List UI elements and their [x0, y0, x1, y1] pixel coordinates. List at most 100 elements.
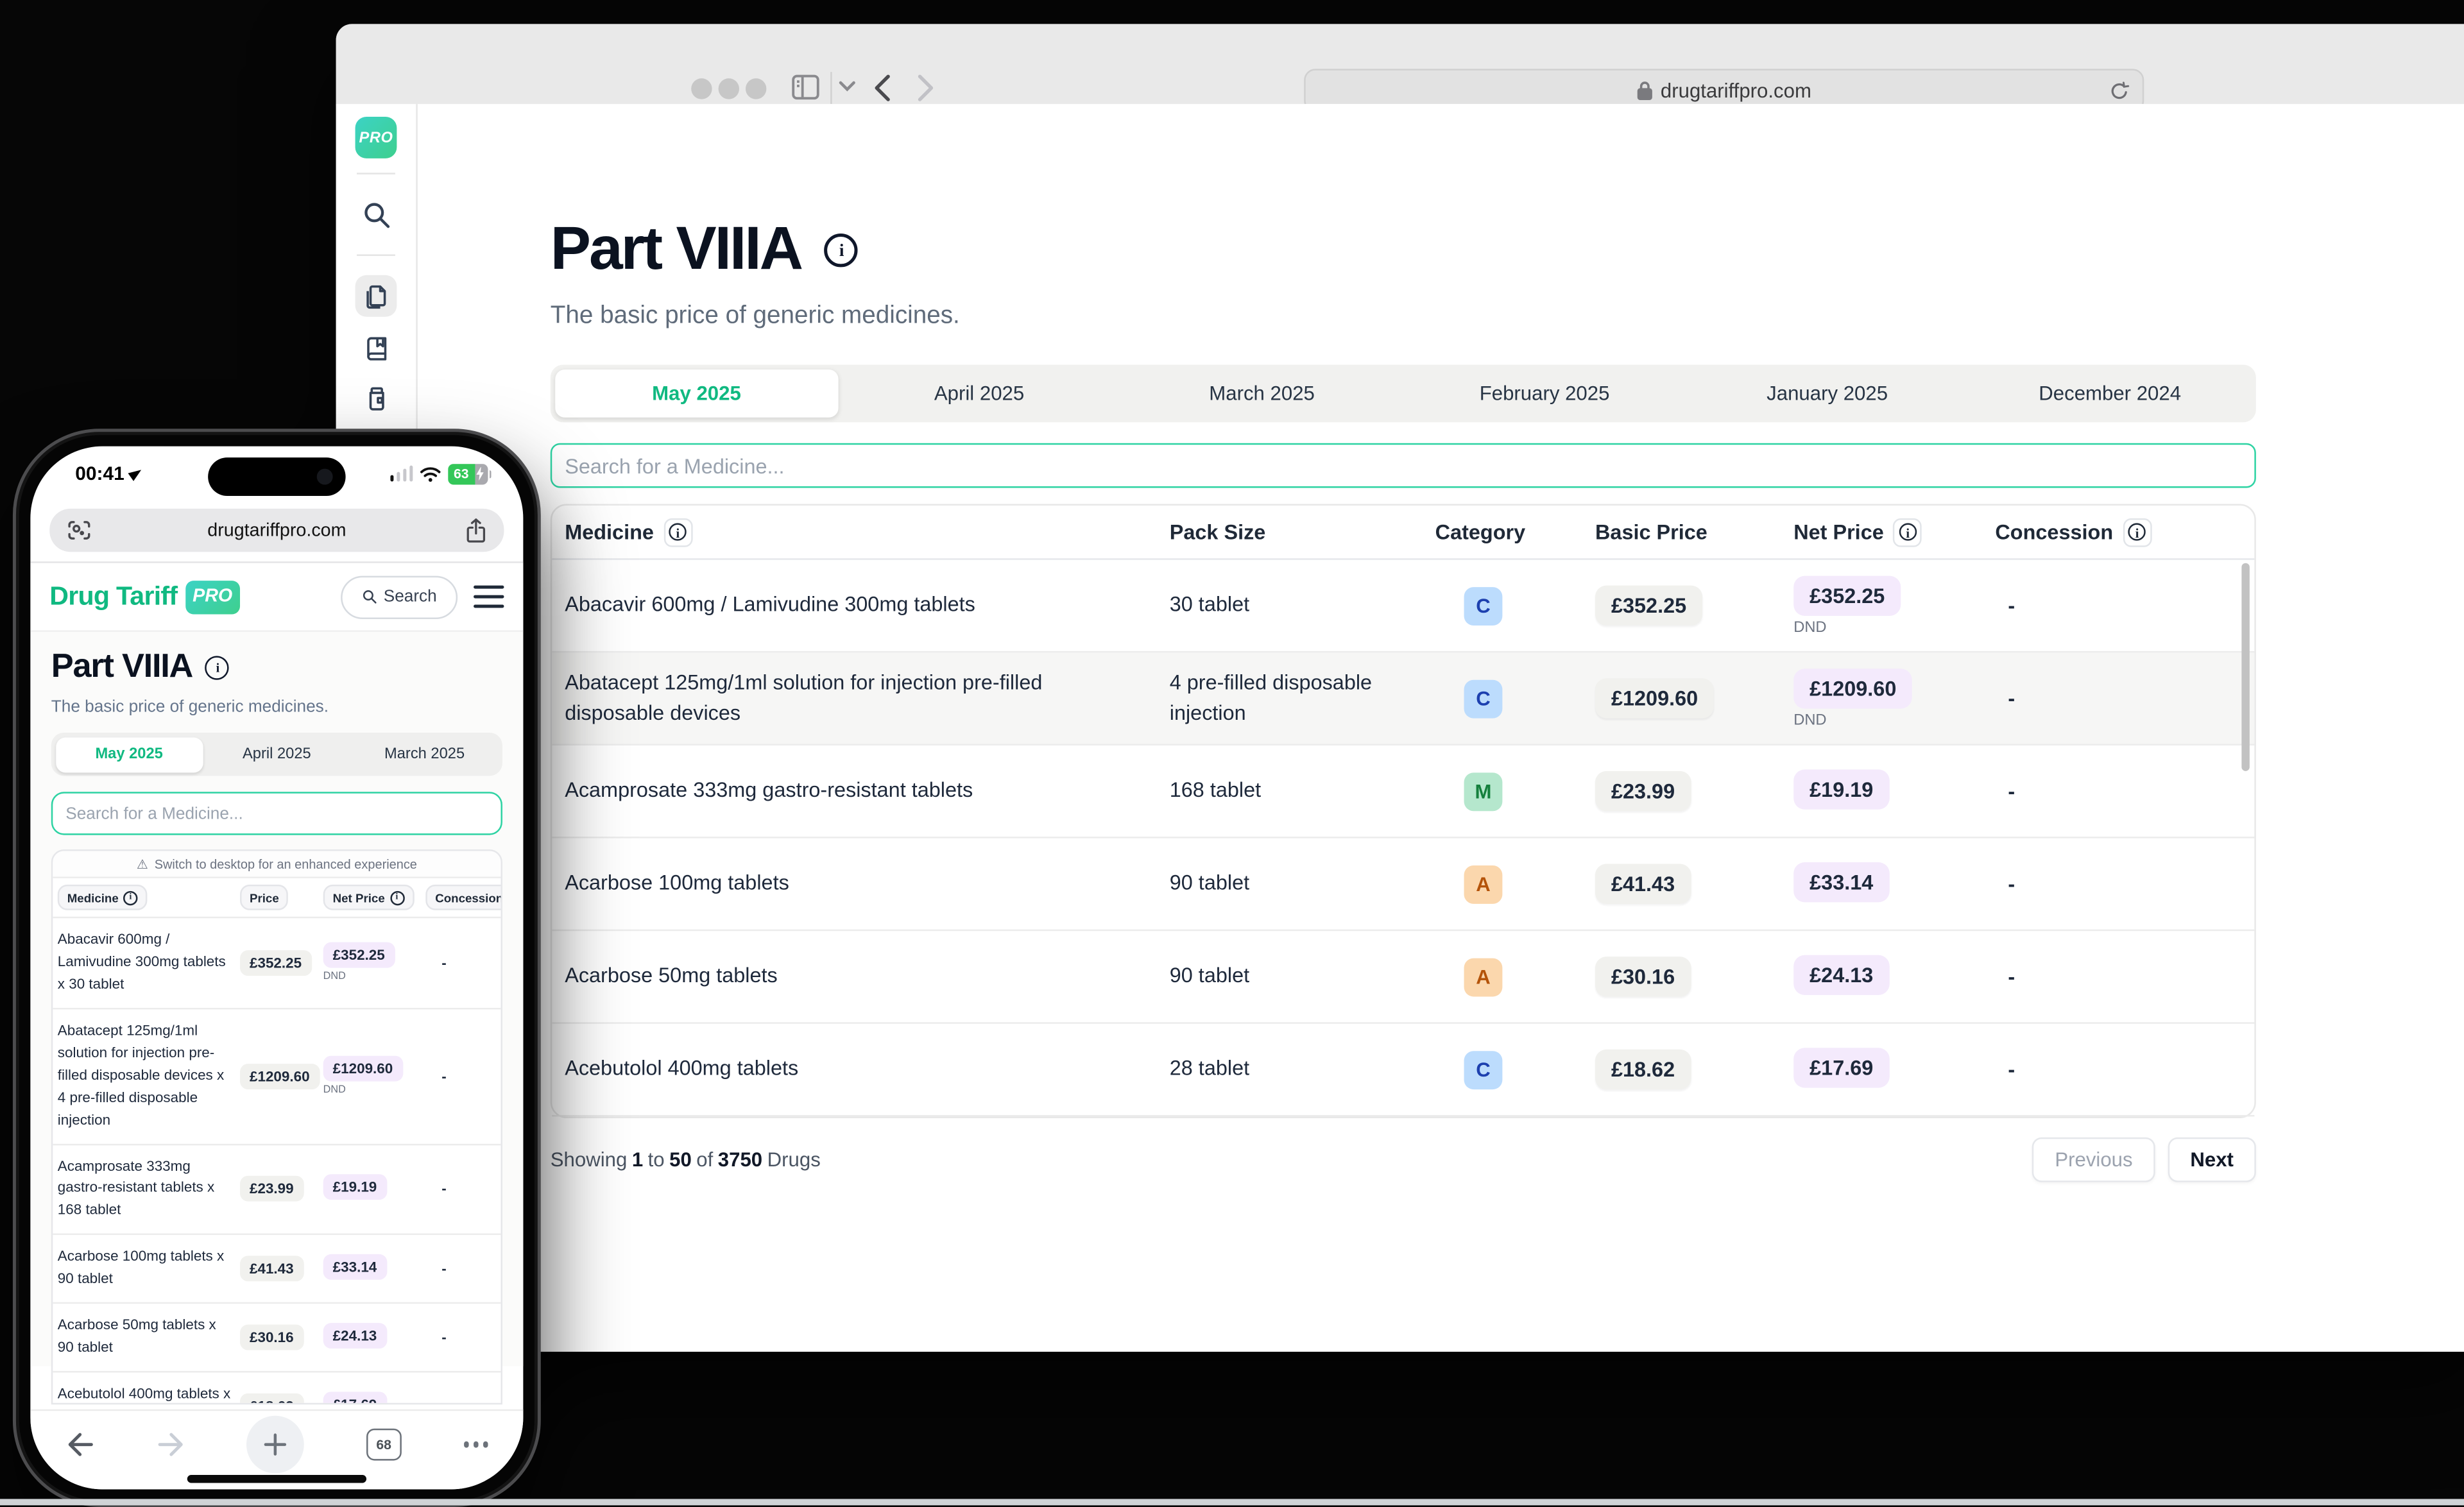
info-icon[interactable]: [2123, 518, 2152, 547]
table-row[interactable]: Acarbose 100mg tablets 90 tablet A £41.4…: [552, 839, 2254, 932]
info-icon[interactable]: [205, 655, 229, 679]
search-icon[interactable]: [355, 194, 397, 235]
sidebar-item-medicine-bottle[interactable]: [355, 377, 397, 419]
table-row[interactable]: Abacavir 600mg / Lamivudine 300mg tablet…: [552, 560, 2254, 653]
concession-value: -: [425, 1068, 496, 1084]
sidebar-divider: [357, 254, 395, 255]
traffic-light-minimize[interactable]: [719, 78, 739, 98]
main-content: Part VIIIA The basic price of generic me…: [418, 104, 2464, 1352]
stage: drugtariffpro.com PRO: [0, 0, 2464, 1504]
info-icon: [389, 890, 404, 905]
traffic-light-close[interactable]: [691, 78, 712, 98]
basic-price: £41.43: [1595, 864, 1691, 903]
next-button[interactable]: Next: [2168, 1137, 2255, 1182]
table-header-row: Medicine Pack Size Category Basic Price …: [552, 506, 2254, 560]
table-row[interactable]: Acarbose 50mg tablets x 90 tablet £30.16…: [53, 1304, 501, 1373]
category-badge: C: [1464, 1050, 1503, 1089]
medicine-name: Abatacept 125mg/1ml solution for injecti…: [58, 1020, 240, 1132]
share-icon[interactable]: [466, 518, 486, 543]
info-icon[interactable]: [824, 234, 857, 267]
category-badge: A: [1464, 865, 1503, 903]
warning-icon: [137, 856, 148, 871]
table-row[interactable]: Abatacept 125mg/1ml solution for injecti…: [552, 652, 2254, 745]
info-icon[interactable]: [1894, 518, 1922, 547]
page-settings-icon[interactable]: [67, 520, 91, 540]
net-price: £352.25: [1793, 575, 1901, 615]
search-icon: [361, 589, 377, 605]
traffic-light-zoom[interactable]: [746, 78, 766, 98]
sidebar-item-tariff-pages[interactable]: [355, 275, 397, 317]
tab-april-2025[interactable]: April 2025: [203, 736, 350, 772]
table-row[interactable]: Acarbose 50mg tablets 90 tablet A £30.16…: [552, 931, 2254, 1024]
more-button[interactable]: [463, 1442, 488, 1447]
category-badge: C: [1464, 679, 1503, 717]
reload-icon[interactable]: [2109, 79, 2129, 101]
table-row[interactable]: Acamprosate 333mg gastro-resistant table…: [552, 745, 2254, 839]
table-row[interactable]: Abatacept 125mg/1ml solution for injecti…: [53, 1009, 501, 1145]
category-badge: M: [1464, 772, 1503, 810]
medicine-name: Acarbose 100mg tablets x 90 tablet: [58, 1247, 240, 1291]
tab-january-2025[interactable]: January 2025: [1686, 370, 1969, 418]
search-button[interactable]: Search: [340, 575, 458, 618]
month-tabs: May 2025 April 2025 March 2025 February …: [551, 365, 2256, 423]
menu-button[interactable]: [474, 585, 504, 608]
tab-may-2025[interactable]: May 2025: [555, 370, 838, 418]
table-scrollbar[interactable]: [2241, 563, 2249, 771]
forward-button[interactable]: [156, 1432, 185, 1458]
net-price: £33.14: [323, 1254, 387, 1279]
mobile-address-bar[interactable]: drugtariffpro.com: [49, 509, 504, 552]
previous-button[interactable]: Previous: [2032, 1137, 2155, 1182]
signal-icon: [389, 466, 413, 482]
header-concession: Concession: [1995, 518, 2254, 547]
dnd-label: DND: [1793, 618, 1826, 636]
concession-value: -: [1995, 686, 2254, 710]
brand-wordmark[interactable]: Drug Tariff: [49, 581, 177, 611]
concession-value: -: [1995, 779, 2254, 803]
header-category: Category: [1435, 520, 1595, 543]
table-row[interactable]: Acebutolol 400mg tablets 28 tablet C £18…: [552, 1024, 2254, 1117]
forward-icon[interactable]: [917, 74, 934, 103]
table-row[interactable]: Abacavir 600mg / Lamivudine 300mg tablet…: [53, 918, 501, 1009]
home-indicator[interactable]: [187, 1475, 366, 1483]
iphone-frame: 00:41 63: [13, 429, 541, 1507]
tab-march-2025[interactable]: March 2025: [350, 736, 498, 772]
tab-may-2025[interactable]: May 2025: [55, 736, 203, 772]
table-row[interactable]: Acarbose 100mg tablets x 90 tablet £41.4…: [53, 1236, 501, 1304]
sidebar-toggle-icon[interactable]: [791, 74, 821, 101]
tab-march-2025[interactable]: March 2025: [1120, 370, 1403, 418]
lock-icon: [1636, 80, 1652, 101]
table-row[interactable]: Acamprosate 333mg gastro-resistant table…: [53, 1145, 501, 1236]
sidebar-item-book[interactable]: [355, 327, 397, 368]
net-price: £24.13: [1793, 954, 1889, 994]
concession-value: -: [1995, 872, 2254, 896]
basic-price: £1209.60: [1595, 678, 1714, 718]
concession-value: -: [1995, 593, 2254, 617]
concession-value: -: [1995, 965, 2254, 989]
back-button[interactable]: [65, 1432, 94, 1458]
tabs-button[interactable]: 68: [366, 1429, 402, 1461]
medicine-name: Acebutolol 400mg tablets x 28 tablet: [58, 1384, 240, 1404]
dnd-label: DND: [1793, 711, 1826, 728]
info-icon[interactable]: [663, 518, 692, 547]
app-logo[interactable]: PRO: [355, 117, 397, 158]
chevron-down-icon[interactable]: [839, 80, 856, 93]
status-time: 00:41: [75, 463, 142, 485]
tab-february-2025[interactable]: February 2025: [1403, 370, 1686, 418]
medicine-search-input[interactable]: [551, 443, 2256, 488]
dnd-label: DND: [323, 972, 346, 983]
back-icon[interactable]: [873, 74, 891, 103]
tab-april-2025[interactable]: April 2025: [838, 370, 1121, 418]
net-price: £33.14: [1793, 862, 1889, 901]
new-tab-button[interactable]: [247, 1416, 305, 1474]
browser-content: PRO: [336, 104, 2464, 1352]
toolbar-divider: [830, 72, 832, 104]
tab-december-2024[interactable]: December 2024: [1969, 370, 2252, 418]
dnd-label: DND: [323, 1085, 346, 1096]
mobile-page: Part VIIIA The basic price of generic me…: [30, 632, 523, 1367]
page-title-row: Part VIIIA: [51, 632, 502, 686]
table-row[interactable]: Acebutolol 400mg tablets x 28 tablet £18…: [53, 1373, 501, 1405]
medicine-search-input[interactable]: [51, 792, 502, 835]
concession-value: -: [425, 1261, 496, 1277]
price: £18.62: [240, 1393, 304, 1404]
pack-size: 4 pre-filled disposable injection: [1170, 668, 1435, 728]
